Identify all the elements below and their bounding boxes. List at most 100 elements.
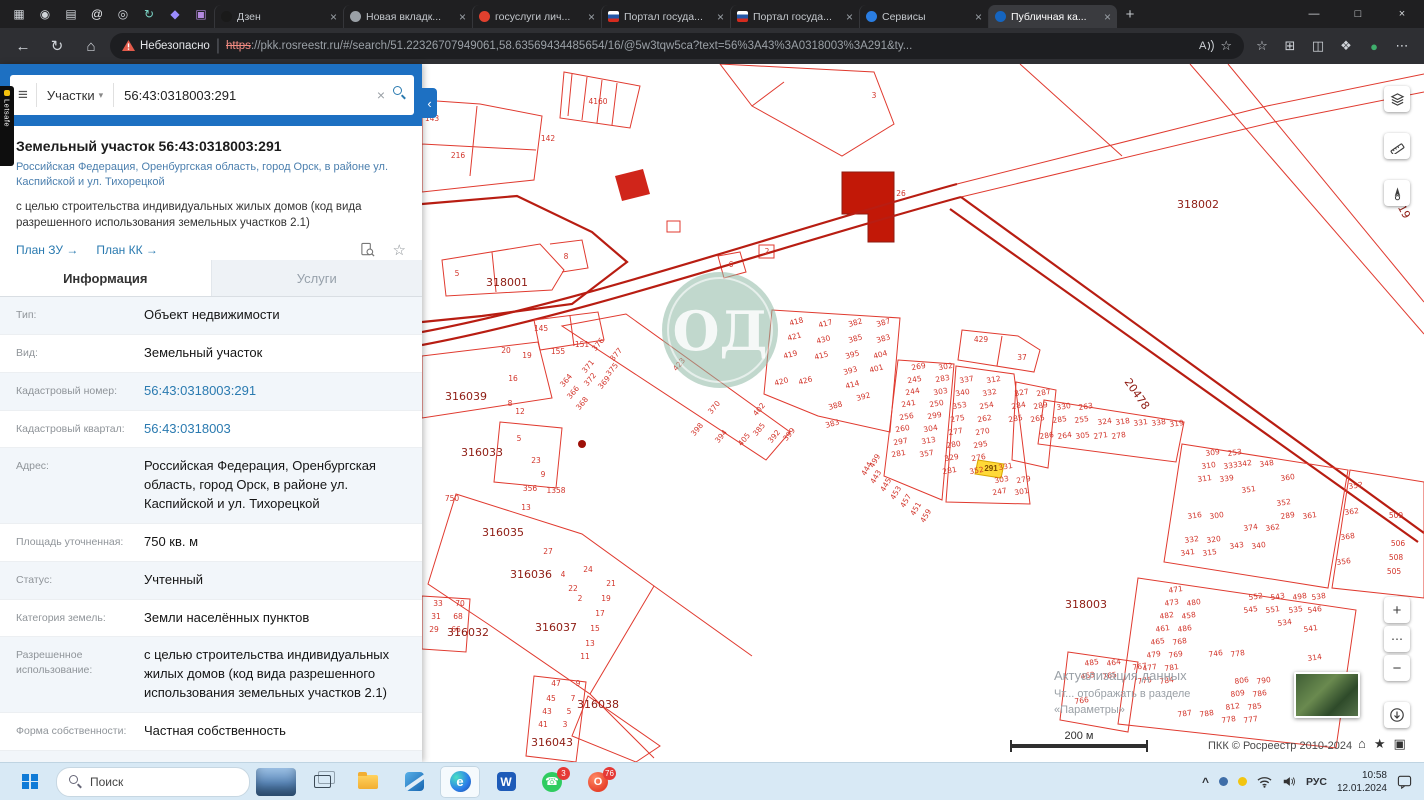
panel-tab-services[interactable]: Услуги [212,260,423,296]
browser-red-button[interactable]: O 76 [578,766,618,798]
extensions-icon[interactable]: ❖ [1332,38,1360,54]
extension-side-tab[interactable]: Letsafe [0,86,14,166]
field-value[interactable]: 56:43:0318003:291 [144,382,408,401]
tab-close-icon[interactable]: × [588,10,595,24]
parcel-label: 340 [1251,540,1267,551]
browser-tab[interactable]: Портал госуда... × [601,5,730,28]
parcel-label: 9 [541,470,546,479]
panel-tab-information[interactable]: Информация [0,260,212,296]
tab-close-icon[interactable]: × [1104,10,1111,24]
parcel-label: 33 [433,599,443,608]
doc-search-icon[interactable] [360,242,375,257]
refresh-button[interactable]: ↻ [42,32,72,60]
menu-icon[interactable]: ≡ [18,85,28,105]
extension-colored-icon[interactable]: ● [1360,39,1388,54]
paint-app-button[interactable] [394,766,434,798]
marker-button[interactable] [1384,180,1410,206]
search-category-dropdown[interactable]: Участки ▾ [35,83,115,107]
favorites-icon[interactable]: ☆ [1248,38,1276,54]
clock[interactable]: 10:58 12.01.2024 [1337,769,1387,795]
tab-close-icon[interactable]: × [459,10,466,24]
map-canvas[interactable]: 291 4160 142 143 216 8 5 3 2 6 26 145 155 151 20 19 16 8… [422,64,1424,762]
whatsapp-button[interactable]: ☎ 3 [532,766,572,798]
plan-zu-link[interactable]: План ЗУ → [16,243,78,257]
file-explorer-button[interactable] [348,766,388,798]
plan-kk-link[interactable]: План КК → [96,243,158,257]
pinned-tab-circle-icon[interactable]: ◎ [110,7,136,21]
zoom-in-button[interactable]: + [1384,597,1410,623]
field-value[interactable]: 56:43:0318003 [144,420,408,439]
address-bar[interactable]: Небезопасно | https://pkk.rosreestr.ru/#… [110,33,1244,59]
browser-tab[interactable]: госуслуги лич... × [472,5,601,28]
widgets-thumbnail[interactable] [256,767,296,796]
pinned-tab-mail-icon[interactable]: @ [84,7,110,21]
language-indicator[interactable]: РУС [1306,776,1327,788]
taskbar-search[interactable]: Поиск [56,766,250,797]
home-button[interactable]: ⌂ [76,32,106,60]
clear-search-icon[interactable]: × [377,87,385,103]
star-map-icon[interactable]: ★ [1374,736,1386,752]
notification-icon[interactable] [1397,774,1412,789]
parcel-label: 5 [567,707,572,716]
browser-tab[interactable]: Дзен × [214,5,343,28]
measure-button[interactable] [1384,133,1410,159]
browser-tab[interactable]: Портал госуда... × [730,5,859,28]
word-button[interactable]: W [486,766,526,798]
my-location-button[interactable] [1384,702,1410,728]
pinned-tab-target-icon[interactable]: ◉ [32,7,58,21]
browser-tab[interactable]: Новая вкладк... × [343,5,472,28]
pinned-tab-diamond-icon[interactable]: ◆ [162,7,188,21]
parcel-label: 778 [1230,648,1246,659]
more-menu-icon[interactable]: ⋯ [1388,38,1416,54]
pinned-tab-grid-icon[interactable]: ▦ [6,7,32,21]
basemap-preview[interactable] [1294,672,1360,718]
search-icon[interactable] [393,86,406,104]
browser-tab[interactable]: Сервисы × [859,5,988,28]
tab-close-icon[interactable]: × [717,10,724,24]
pinned-tab-photo-icon[interactable]: ▣ [188,7,214,21]
task-view-button[interactable] [302,766,342,798]
browser-tab[interactable]: Публичная ка... × [988,5,1117,28]
start-button[interactable] [10,766,50,798]
tab-close-icon[interactable]: × [846,10,853,24]
favorite-star-icon[interactable]: ☆ [393,241,406,259]
back-button[interactable]: ← [8,32,38,60]
parcel-label: 329 [944,452,960,463]
maximize-button[interactable]: □ [1336,0,1380,28]
new-tab-button[interactable]: + [1117,6,1143,23]
layers-button[interactable] [1384,86,1410,112]
zoom-options-button[interactable]: ⋯ [1384,626,1410,652]
wifi-icon[interactable] [1257,776,1272,788]
split-screen-icon[interactable]: ◫ [1304,38,1332,54]
search-input[interactable] [122,86,369,104]
parcel-label: 385 [847,332,863,344]
close-button[interactable]: × [1380,0,1424,28]
edge-button[interactable]: e [440,765,480,798]
tray-status-icon[interactable] [1237,777,1247,786]
tray-app-icon[interactable] [1218,777,1228,786]
collections-icon[interactable]: ⊞ [1276,38,1304,54]
pinned-tab-refresh-icon[interactable]: ↻ [136,7,162,21]
parcel-usage-description: с целью строительства индивидуальных жил… [16,200,362,229]
security-warning[interactable]: Небезопасно [122,40,210,52]
parcel-label: 392 [766,428,782,445]
home-map-icon[interactable]: ⌂ [1358,736,1366,752]
minimize-button[interactable]: — [1292,0,1336,28]
parcel-label: 348 [1259,458,1275,469]
parcel-label: 419 [782,348,798,360]
search-icon [69,775,82,788]
fullscreen-icon[interactable]: ▣ [1394,736,1406,752]
tab-close-icon[interactable]: × [330,10,337,24]
speaker-icon[interactable] [1282,775,1296,788]
zoom-out-button[interactable]: − [1384,655,1410,681]
pinned-tab-list-icon[interactable]: ▤ [58,7,84,21]
read-aloud-icon[interactable]: A [1199,40,1215,52]
tab-close-icon[interactable]: × [975,10,982,24]
favorite-page-icon[interactable]: ☆ [1220,38,1232,54]
system-tray: ^ РУС 10:58 12.01.2024 [1202,769,1424,795]
notice-line-2: Чт... отображать в разделе [1054,687,1191,700]
tray-chevron-icon[interactable]: ^ [1202,775,1209,789]
parcel-label: 255 [1074,414,1090,425]
info-rows: Тип: Объект недвижимости Вид: Земельный уча… [0,297,422,762]
panel-collapse-button[interactable]: ‹ [422,88,437,118]
